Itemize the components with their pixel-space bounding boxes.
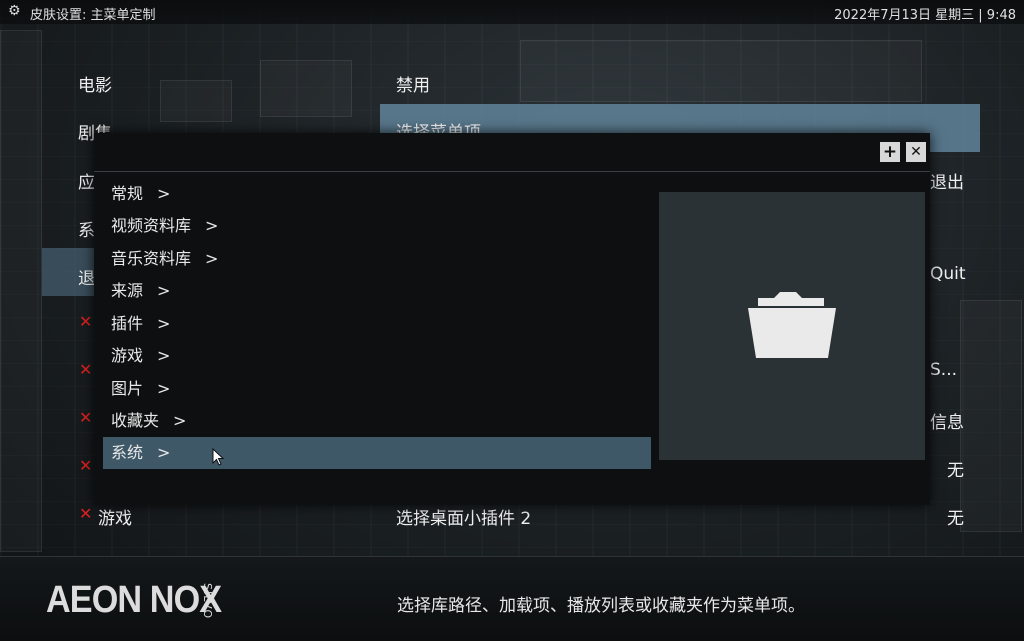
left-menu-item-exit[interactable]: 退 [78,264,95,289]
left-menu-item-system[interactable]: 系 [78,216,95,241]
background-chip [160,80,232,122]
close-icon[interactable]: ✕ [906,142,926,162]
list-item[interactable]: 插件 > [103,308,651,340]
gear-icon: ⚙ [8,3,21,19]
list-item-label: 常规 [111,184,144,203]
list-item[interactable]: 图片 > [103,373,651,405]
right-value-truncated: S... [930,360,958,380]
list-item-label: 来源 [111,281,144,300]
chevron-right-icon: > [157,443,171,462]
footer: AEON NOX SILVO 选择库路径、加载项、播放列表或收藏夹作为菜单项。 [0,556,1024,641]
choose-widget-option[interactable]: 选择桌面小插件 2 [396,504,531,529]
list-item-label: 收藏夹 [111,411,160,430]
logo-subtitle: SILVO [201,583,214,620]
remove-icon[interactable]: ✕ [79,312,92,331]
right-value-info: 信息 [930,413,964,433]
right-value-exit: 退出 [930,173,964,193]
list-item-label: 视频资料库 [111,216,192,235]
right-value-none: 无 [947,461,964,481]
chevron-right-icon: > [157,184,171,203]
chevron-right-icon: > [157,314,171,333]
list-item[interactable]: 收藏夹 > [103,405,651,437]
list-item-selected[interactable]: 系统 > [103,437,651,469]
background-chip [520,40,922,102]
right-value-quit: Quit [930,264,966,284]
remove-icon[interactable]: ✕ [79,408,92,427]
chevron-right-icon: > [157,379,171,398]
divider [94,171,930,172]
list-item[interactable]: 常规 > [103,178,651,210]
list-item[interactable]: 视频资料库 > [103,210,651,242]
list-item-label: 插件 [111,314,144,333]
background-chip [260,60,352,117]
date-time: 2022年7月13日 星期三 | 9:48 [834,8,1016,23]
right-value-none: 无 [947,509,964,529]
remove-icon[interactable]: ✕ [79,504,92,523]
list-item-label: 游戏 [111,346,144,365]
add-icon[interactable]: + [880,142,900,162]
background-chip [960,300,1022,532]
chevron-right-icon: > [173,411,187,430]
disabled-option[interactable]: 禁用 [396,71,430,96]
left-menu-item-movies[interactable]: 电影 [78,71,112,96]
chevron-right-icon: > [205,216,219,235]
remove-icon[interactable]: ✕ [79,456,92,475]
list-item[interactable]: 来源 > [103,275,651,307]
list-item[interactable]: 音乐资料库 > [103,243,651,275]
aeon-nox-logo: AEON NOX [46,579,222,621]
list-item-label: 音乐资料库 [111,249,192,268]
help-hint: 选择库路径、加载项、播放列表或收藏夹作为菜单项。 [397,596,805,616]
chevron-right-icon: > [157,346,171,365]
preview-panel [659,192,925,460]
chevron-right-icon: > [157,281,171,300]
top-bar: ⚙ 皮肤设置: 主菜单定制 2022年7月13日 星期三 | 9:48 [0,0,1024,24]
select-menu-item-dialog: + ✕ 常规 > 视频资料库 > 音乐资料库 > 来源 > 插件 > 游戏 > 图片 > 收藏… [94,133,930,505]
mouse-cursor-icon [212,448,225,466]
left-menu-item-apps[interactable]: 应 [78,168,95,193]
folder-icon [748,292,836,358]
remove-icon[interactable]: ✕ [79,360,92,379]
list-item-label: 图片 [111,379,144,398]
window-title: 皮肤设置: 主菜单定制 [30,8,156,23]
chevron-right-icon: > [205,249,219,268]
list-item-label: 系统 [111,443,144,462]
left-menu-item-games[interactable]: 游戏 [98,504,132,529]
list-item[interactable]: 游戏 > [103,340,651,372]
background-chip [0,30,42,552]
